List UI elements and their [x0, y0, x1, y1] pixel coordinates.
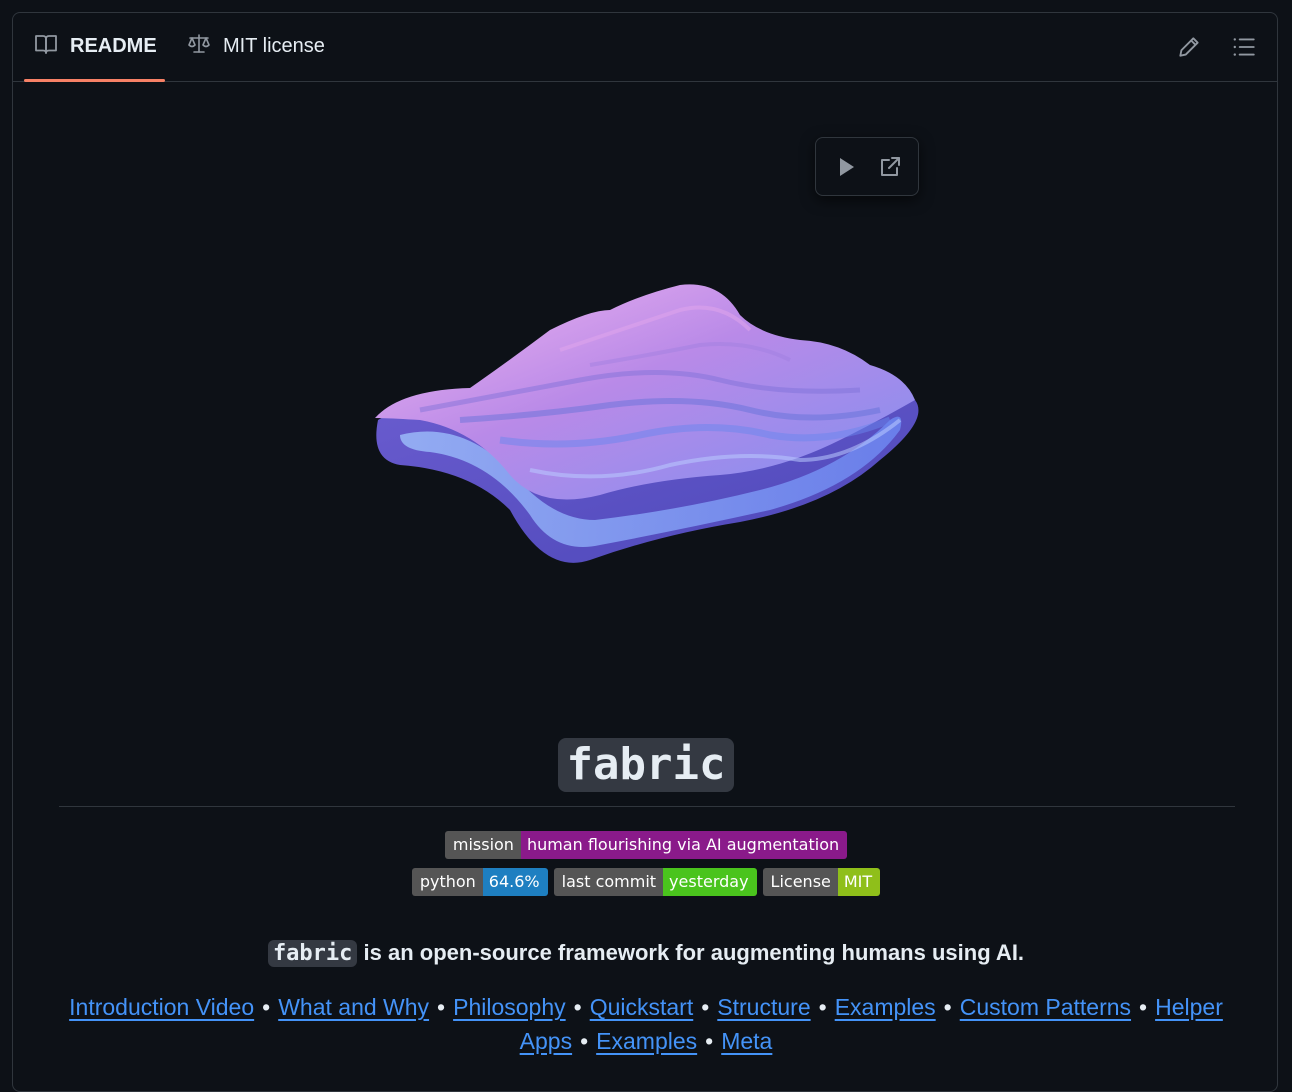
- media-controls: [815, 137, 919, 196]
- fabric-logo-image: [360, 270, 940, 580]
- tab-readme[interactable]: README: [34, 12, 157, 81]
- badge-value: MIT: [837, 868, 881, 896]
- link-examples[interactable]: Examples: [835, 994, 936, 1020]
- tagline-text: is an open-source framework for augmenti…: [357, 940, 1025, 965]
- badge-value: yesterday: [663, 868, 757, 896]
- link-examples-2[interactable]: Examples: [596, 1028, 697, 1054]
- play-icon[interactable]: [834, 155, 858, 179]
- link-meta[interactable]: Meta: [721, 1028, 772, 1054]
- tagline: fabric is an open-source framework for a…: [0, 934, 1292, 973]
- link-what-and-why[interactable]: What and Why: [278, 994, 429, 1020]
- link-separator: •: [1139, 994, 1148, 1020]
- badge-label: python: [411, 868, 483, 896]
- readme-nav-links: Introduction Video • What and Why • Philosop…: [60, 990, 1232, 1058]
- active-tab-indicator: [24, 79, 165, 82]
- link-structure[interactable]: Structure: [717, 994, 810, 1020]
- title-divider: [59, 806, 1235, 807]
- external-link-icon[interactable]: [878, 155, 902, 179]
- tab-license-label: MIT license: [223, 35, 325, 57]
- scale-icon: [187, 33, 223, 61]
- badge-row-1: mission human flourishing via AI augment…: [0, 831, 1292, 859]
- link-separator: •: [573, 994, 582, 1020]
- link-quickstart[interactable]: Quickstart: [590, 994, 694, 1020]
- badge-label: mission: [444, 831, 521, 859]
- last-commit-badge[interactable]: last commit yesterday: [553, 868, 757, 896]
- readme-tabbar: README MIT license: [12, 12, 1278, 82]
- link-separator: •: [437, 994, 446, 1020]
- link-separator: •: [262, 994, 271, 1020]
- link-separator: •: [943, 994, 952, 1020]
- readme-title: fabric: [0, 738, 1292, 792]
- link-separator: •: [705, 1028, 714, 1054]
- badge-row-2: python 64.6% last commit yesterday Licen…: [0, 868, 1292, 896]
- tab-license[interactable]: MIT license: [187, 12, 325, 81]
- pencil-icon[interactable]: [1176, 34, 1202, 60]
- python-badge[interactable]: python 64.6%: [411, 868, 548, 896]
- list-icon[interactable]: [1231, 34, 1257, 60]
- tab-readme-label: README: [70, 35, 157, 57]
- link-separator: •: [818, 994, 827, 1020]
- link-separator: •: [701, 994, 710, 1020]
- link-custom-patterns[interactable]: Custom Patterns: [960, 994, 1131, 1020]
- badge-value: human flourishing via AI augmentation: [520, 831, 848, 859]
- badge-value: 64.6%: [482, 868, 548, 896]
- link-separator: •: [580, 1028, 589, 1054]
- title-code: fabric: [557, 738, 735, 792]
- mission-badge[interactable]: mission human flourishing via AI augment…: [444, 831, 848, 859]
- badge-label: last commit: [553, 868, 664, 896]
- link-philosophy[interactable]: Philosophy: [453, 994, 566, 1020]
- badge-label: License: [762, 868, 838, 896]
- book-icon: [34, 33, 70, 61]
- link-introduction-video[interactable]: Introduction Video: [69, 994, 254, 1020]
- tagline-code: fabric: [267, 940, 358, 967]
- license-badge[interactable]: License MIT: [762, 868, 881, 896]
